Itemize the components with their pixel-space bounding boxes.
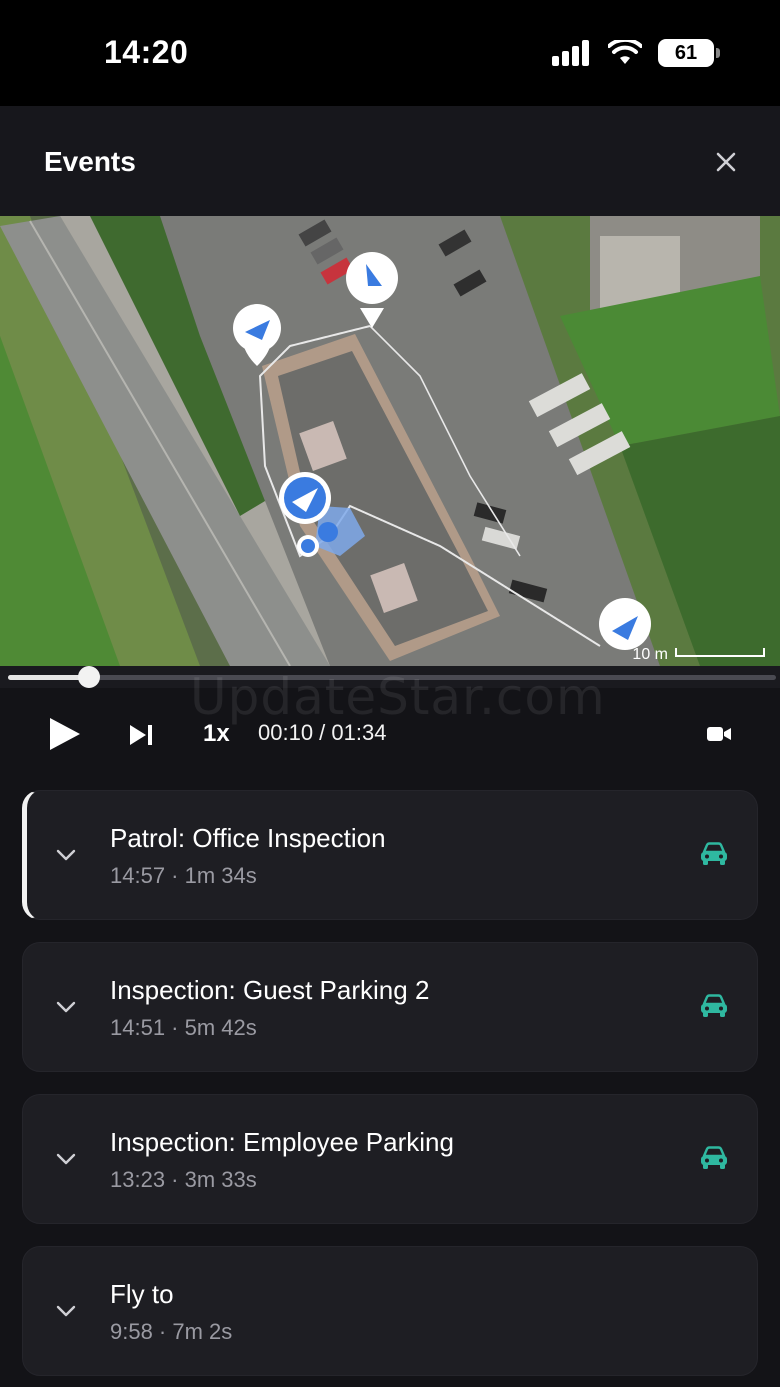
event-meta: 14:57 · 1m 34s [110,863,257,888]
event-card[interactable]: Inspection: Guest Parking 2 14:51 · 5m 42… [22,942,758,1072]
map-view[interactable]: 10 m [0,216,780,666]
event-meta: 14:51 · 5m 42s [110,1015,257,1040]
event-card[interactable]: Inspection: Employee Parking 13:23 · 3m 3… [22,1094,758,1224]
battery-indicator: 61 [658,39,720,67]
event-title: Patrol: Office Inspection [110,823,386,853]
car-icon [701,842,727,865]
waypoint-marker[interactable] [599,598,651,650]
time-readout: 00:10 / 01:34 [258,720,387,745]
aerial-map [0,216,780,666]
event-card[interactable]: Patrol: Office Inspection 14:57 · 1m 34s [22,790,758,920]
status-time: 14:20 [104,34,189,70]
video-camera-icon[interactable] [706,724,732,744]
page-title: Events [44,146,136,177]
event-title: Inspection: Guest Parking 2 [110,975,430,1005]
chevron-down-icon[interactable] [55,1151,77,1167]
wifi-icon [608,40,642,64]
status-bar: 14:20 61 [0,0,780,106]
events-list: Patrol: Office Inspection 14:57 · 1m 34s I… [22,790,758,1387]
car-icon [701,1146,727,1169]
event-title: Fly to [110,1279,174,1309]
chevron-down-icon[interactable] [55,999,77,1015]
progress-thumb[interactable] [78,666,101,688]
status-icons: 61 [552,38,720,68]
event-meta: 9:58 · 7m 2s [110,1319,233,1344]
close-icon[interactable] [712,148,740,176]
event-card[interactable]: Fly to 9:58 · 7m 2s [22,1246,758,1376]
skip-forward-icon[interactable] [126,720,156,750]
map-scale-label: 10 m [632,646,668,663]
header: Events [0,106,780,216]
event-meta: 13:23 · 3m 33s [110,1167,257,1192]
signal-icon [552,40,589,66]
playback-controls: 1x 00:10 / 01:34 [0,700,780,770]
progress-fill [8,675,90,680]
chevron-down-icon[interactable] [55,847,77,863]
speed-button[interactable]: 1x [203,720,230,748]
play-icon[interactable] [44,714,84,754]
chevron-down-icon[interactable] [55,1303,77,1319]
car-icon [701,994,727,1017]
event-title: Inspection: Employee Parking [110,1127,454,1157]
